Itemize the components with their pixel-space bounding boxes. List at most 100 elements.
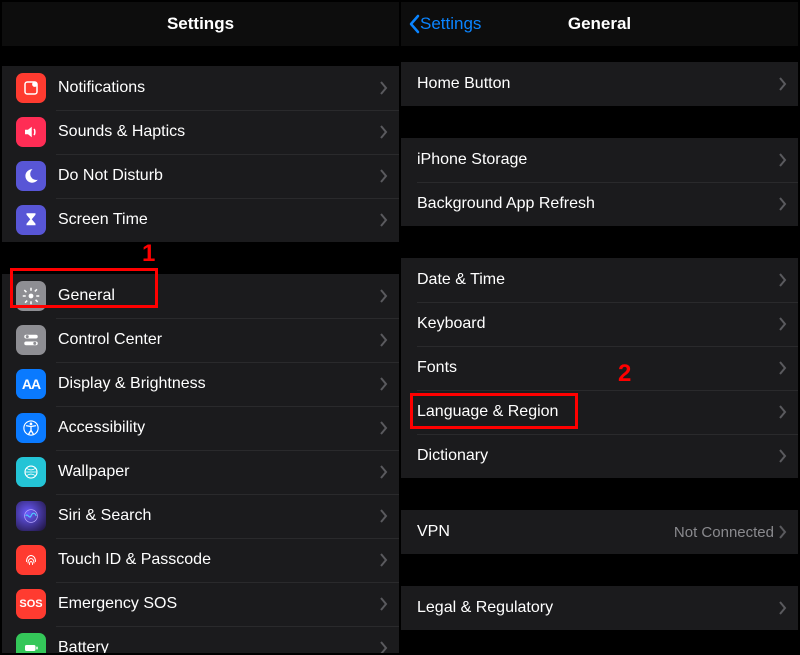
wallpaper-icon [16, 457, 46, 487]
general-group-legal: Legal & Regulatory [401, 586, 798, 630]
chevron-right-icon [379, 641, 389, 653]
row-label: Legal & Regulatory [417, 599, 778, 617]
row-label: Keyboard [417, 315, 778, 333]
back-label: Settings [420, 14, 481, 34]
row-background-app-refresh[interactable]: Background App Refresh [401, 182, 798, 226]
row-vpn[interactable]: VPN Not Connected [401, 510, 798, 554]
row-label: General [58, 287, 379, 305]
chevron-right-icon [379, 333, 389, 347]
chevron-right-icon [379, 553, 389, 567]
chevron-right-icon [379, 465, 389, 479]
row-notifications[interactable]: Notifications [2, 66, 399, 110]
settings-pane: Settings Notifications Sounds & Haptics [2, 2, 399, 653]
chevron-right-icon [379, 289, 389, 303]
switches-icon [16, 325, 46, 355]
row-accessibility[interactable]: Accessibility [2, 406, 399, 450]
row-label: iPhone Storage [417, 151, 778, 169]
row-control-center[interactable]: Control Center [2, 318, 399, 362]
row-label: Dictionary [417, 447, 778, 465]
vpn-value: Not Connected [674, 524, 774, 541]
row-label: Screen Time [58, 211, 379, 229]
row-wallpaper[interactable]: Wallpaper [2, 450, 399, 494]
row-legal-regulatory[interactable]: Legal & Regulatory [401, 586, 798, 630]
row-label: Touch ID & Passcode [58, 551, 379, 569]
chevron-right-icon [778, 525, 788, 539]
settings-header: Settings [2, 2, 399, 46]
chevron-right-icon [778, 273, 788, 287]
battery-icon [16, 633, 46, 653]
chevron-right-icon [379, 81, 389, 95]
general-content: Home Button iPhone Storage Background Ap… [401, 46, 798, 653]
row-date-time[interactable]: Date & Time [401, 258, 798, 302]
row-label: Fonts [417, 359, 778, 377]
row-label: Language & Region [417, 403, 778, 421]
row-general[interactable]: General [2, 274, 399, 318]
accessibility-icon [16, 413, 46, 443]
sound-icon [16, 117, 46, 147]
chevron-right-icon [778, 197, 788, 211]
row-battery[interactable]: Battery [2, 626, 399, 653]
row-label: Siri & Search [58, 507, 379, 525]
general-group-vpn: VPN Not Connected [401, 510, 798, 554]
general-header: Settings General [401, 2, 798, 46]
row-touch-id-passcode[interactable]: Touch ID & Passcode [2, 538, 399, 582]
chevron-right-icon [778, 449, 788, 463]
hourglass-icon [16, 205, 46, 235]
row-label: Date & Time [417, 271, 778, 289]
row-do-not-disturb[interactable]: Do Not Disturb [2, 154, 399, 198]
row-iphone-storage[interactable]: iPhone Storage [401, 138, 798, 182]
settings-title: Settings [167, 14, 234, 34]
row-keyboard[interactable]: Keyboard [401, 302, 798, 346]
row-display-brightness[interactable]: AA Display & Brightness [2, 362, 399, 406]
row-dictionary[interactable]: Dictionary [401, 434, 798, 478]
row-language-region[interactable]: Language & Region [401, 390, 798, 434]
row-screen-time[interactable]: Screen Time [2, 198, 399, 242]
chevron-right-icon [778, 361, 788, 375]
chevron-right-icon [778, 405, 788, 419]
settings-group-system: General Control Center AA Display & Brig… [2, 274, 399, 653]
gear-icon [16, 281, 46, 311]
general-group-storage: iPhone Storage Background App Refresh [401, 138, 798, 226]
row-label: Wallpaper [58, 463, 379, 481]
row-emergency-sos[interactable]: SOS Emergency SOS [2, 582, 399, 626]
general-pane: Settings General Home Button iPhone Stor… [399, 2, 798, 653]
row-fonts[interactable]: Fonts [401, 346, 798, 390]
row-home-button[interactable]: Home Button [401, 62, 798, 106]
fingerprint-icon [16, 545, 46, 575]
moon-icon [16, 161, 46, 191]
row-label: Home Button [417, 75, 778, 93]
chevron-right-icon [379, 509, 389, 523]
row-label: Accessibility [58, 419, 379, 437]
general-title: General [568, 14, 631, 34]
notifications-icon [16, 73, 46, 103]
chevron-right-icon [778, 77, 788, 91]
general-group-home: Home Button [401, 62, 798, 106]
chevron-right-icon [379, 125, 389, 139]
row-label: Do Not Disturb [58, 167, 379, 185]
chevron-right-icon [778, 153, 788, 167]
general-group-localization: Date & Time Keyboard Fonts Language & Re… [401, 258, 798, 478]
row-sounds-haptics[interactable]: Sounds & Haptics [2, 110, 399, 154]
siri-icon [16, 501, 46, 531]
sos-icon: SOS [16, 589, 46, 619]
row-siri-search[interactable]: Siri & Search [2, 494, 399, 538]
row-label: Emergency SOS [58, 595, 379, 613]
chevron-right-icon [379, 169, 389, 183]
row-label: Display & Brightness [58, 375, 379, 393]
row-label: Notifications [58, 79, 379, 97]
chevron-right-icon [778, 601, 788, 615]
settings-content: Notifications Sounds & Haptics Do Not Di… [2, 46, 399, 653]
chevron-left-icon [407, 14, 421, 34]
back-button[interactable]: Settings [407, 2, 481, 46]
row-label: VPN [417, 523, 674, 541]
text-size-icon: AA [16, 369, 46, 399]
settings-group-attention: Notifications Sounds & Haptics Do Not Di… [2, 66, 399, 242]
chevron-right-icon [379, 213, 389, 227]
row-label: Sounds & Haptics [58, 123, 379, 141]
chevron-right-icon [778, 317, 788, 331]
row-label: Battery [58, 639, 379, 653]
chevron-right-icon [379, 597, 389, 611]
row-label: Control Center [58, 331, 379, 349]
chevron-right-icon [379, 377, 389, 391]
chevron-right-icon [379, 421, 389, 435]
